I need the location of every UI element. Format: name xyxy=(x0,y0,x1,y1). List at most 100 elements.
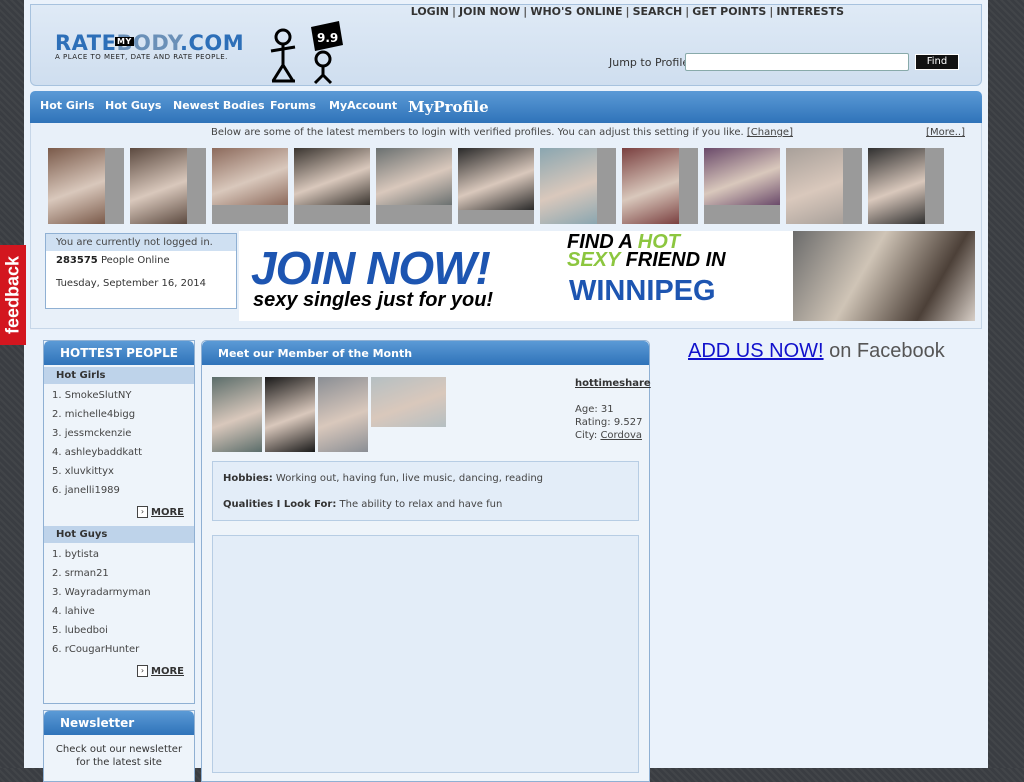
add-us-facebook-link[interactable]: ADD US NOW! xyxy=(688,340,824,362)
main-nav: Hot Girls Hot Guys Newest Bodies Forums … xyxy=(30,91,982,123)
search-link[interactable]: SEARCH xyxy=(630,5,686,18)
login-status-header: You are currently not logged in. xyxy=(46,234,236,251)
find-button[interactable]: Find xyxy=(915,54,959,70)
more-members-link[interactable]: [More..] xyxy=(926,127,965,138)
hot-guys-heading: Hot Guys xyxy=(44,526,194,543)
member-city-line: City: Cordova xyxy=(575,429,651,442)
newsletter-title: Newsletter xyxy=(44,711,194,735)
more-link[interactable]: MORE xyxy=(151,507,184,518)
member-thumbnail[interactable] xyxy=(212,148,288,224)
member-of-month-photo[interactable] xyxy=(212,377,262,452)
facebook-text: on Facebook xyxy=(829,340,945,362)
nav-forums[interactable]: Forums xyxy=(270,99,316,112)
member-city-link[interactable]: Cordova xyxy=(600,430,642,441)
list-item[interactable]: 1. bytista xyxy=(52,549,194,568)
member-photo xyxy=(704,148,780,205)
member-of-month-photo[interactable] xyxy=(371,377,446,427)
online-count-line: 283575 People Online xyxy=(46,251,236,266)
hobbies-text: Working out, having fun, live music, dan… xyxy=(275,473,544,484)
page-container: LOGIN | JOIN NOW | WHO'S ONLINE | SEARCH | GET P… xyxy=(24,0,988,782)
member-username-link[interactable]: hottimeshare xyxy=(575,377,651,390)
feedback-tab[interactable]: feedback xyxy=(0,245,26,345)
member-thumbnail[interactable] xyxy=(704,148,780,224)
member-photo xyxy=(458,148,534,210)
current-date: Tuesday, September 16, 2014 xyxy=(56,278,207,289)
top-nav: LOGIN | JOIN NOW | WHO'S ONLINE | SEARCH | GET P… xyxy=(408,5,847,18)
member-of-month-photo[interactable] xyxy=(318,377,368,452)
join-now-banner[interactable]: JOIN NOW! sexy singles just for you! FIN… xyxy=(239,231,975,321)
member-thumbnail[interactable] xyxy=(786,148,862,224)
hot-girls-more[interactable]: › MORE xyxy=(44,504,194,524)
nav-myaccount[interactable]: MyAccount xyxy=(329,99,397,112)
list-item[interactable]: 2. srman21 xyxy=(52,568,194,587)
member-thumbnail[interactable] xyxy=(458,148,534,224)
mascot-score: 9.9 xyxy=(317,31,338,45)
member-photo xyxy=(376,148,452,205)
nav-hot-guys[interactable]: Hot Guys xyxy=(105,99,161,112)
hot-guys-more[interactable]: › MORE xyxy=(44,663,194,683)
nav-myprofile[interactable]: MyProfile xyxy=(408,98,489,116)
interests-link[interactable]: INTERESTS xyxy=(773,5,847,18)
nav-newest-bodies[interactable]: Newest Bodies xyxy=(173,99,265,112)
member-photo xyxy=(130,148,187,224)
jump-label: Jump to Profile: xyxy=(609,56,693,69)
member-of-month-title: Meet our Member of the Month xyxy=(202,341,649,365)
member-of-month-details: Hobbies: Working out, having fun, live m… xyxy=(212,461,639,521)
city-label: City: xyxy=(575,430,598,441)
facebook-promo: ADD US NOW! on Facebook xyxy=(688,340,945,363)
member-thumbnail[interactable] xyxy=(376,148,452,224)
member-thumbnail[interactable] xyxy=(540,148,616,224)
member-thumbnail[interactable] xyxy=(622,148,698,224)
member-of-month-media xyxy=(212,535,639,773)
member-thumbnail[interactable] xyxy=(48,148,124,224)
logo-suffix: .COM xyxy=(179,31,245,55)
list-item[interactable]: 1. SmokeSlutNY xyxy=(52,390,194,409)
more-arrow-icon: › xyxy=(137,506,148,518)
logo-rate: RATE xyxy=(55,31,117,55)
list-item[interactable]: 6. rCougarHunter xyxy=(52,644,194,663)
member-thumbnail[interactable] xyxy=(294,148,370,224)
list-item[interactable]: 5. lubedboi xyxy=(52,625,194,644)
banner-friend-in: FRIEND IN xyxy=(625,249,726,271)
member-of-month-photo[interactable] xyxy=(265,377,315,452)
member-rating: 9.527 xyxy=(613,417,643,428)
hottest-people-title: HOTTEST PEOPLE xyxy=(44,341,194,365)
whos-online-link[interactable]: WHO'S ONLINE xyxy=(527,5,625,18)
list-item[interactable]: 2. michelle4bigg xyxy=(52,409,194,428)
banner-city: WINNIPEG xyxy=(569,275,716,307)
list-item[interactable]: 6. janelli1989 xyxy=(52,485,194,504)
site-header: LOGIN | JOIN NOW | WHO'S ONLINE | SEARCH | GET P… xyxy=(30,4,982,86)
member-photo xyxy=(48,148,105,224)
list-item[interactable]: 5. xluvkittyx xyxy=(52,466,194,485)
online-label: People Online xyxy=(100,255,170,266)
member-photo xyxy=(294,148,370,205)
more-arrow-icon: › xyxy=(137,665,148,677)
hot-girls-heading: Hot Girls xyxy=(44,367,194,384)
login-link[interactable]: LOGIN xyxy=(408,5,452,18)
banner-join-now: JOIN NOW! xyxy=(251,242,491,294)
list-item[interactable]: 3. Wayradarmyman xyxy=(52,587,194,606)
get-points-link[interactable]: GET POINTS xyxy=(689,5,769,18)
site-logo[interactable]: RATEBODY.COM MY A PLACE TO MEET, DATE AN… xyxy=(55,31,244,61)
join-now-link[interactable]: JOIN NOW xyxy=(456,5,523,18)
change-link[interactable]: [Change] xyxy=(747,127,793,138)
list-item[interactable]: 4. lahive xyxy=(52,606,194,625)
more-link[interactable]: MORE xyxy=(151,666,184,677)
qualities-line: Qualities I Look For: The ability to rel… xyxy=(223,499,628,510)
feedback-label: feedback xyxy=(2,255,23,335)
login-status-box: You are currently not logged in. 283575 … xyxy=(45,233,237,309)
list-item[interactable]: 3. jessmckenzie xyxy=(52,428,194,447)
online-count: 283575 xyxy=(56,255,98,266)
hot-girls-list: 1. SmokeSlutNY 2. michelle4bigg 3. jessm… xyxy=(44,384,194,504)
member-rating-line: Rating: 9.527 xyxy=(575,416,651,429)
members-note-text: Below are some of the latest members to … xyxy=(211,127,744,138)
hottest-people-box: HOTTEST PEOPLE Hot Girls 1. SmokeSlutNY … xyxy=(43,340,195,704)
member-thumbnail[interactable] xyxy=(130,148,206,224)
logo-wordmark: RATEBODY.COM MY xyxy=(55,31,244,55)
member-thumbnail[interactable] xyxy=(868,148,944,224)
hobbies-label: Hobbies: xyxy=(223,473,273,484)
jump-profile-input[interactable] xyxy=(685,53,909,71)
nav-hot-girls[interactable]: Hot Girls xyxy=(40,99,94,112)
member-photo xyxy=(212,148,288,205)
list-item[interactable]: 4. ashleybaddkatt xyxy=(52,447,194,466)
